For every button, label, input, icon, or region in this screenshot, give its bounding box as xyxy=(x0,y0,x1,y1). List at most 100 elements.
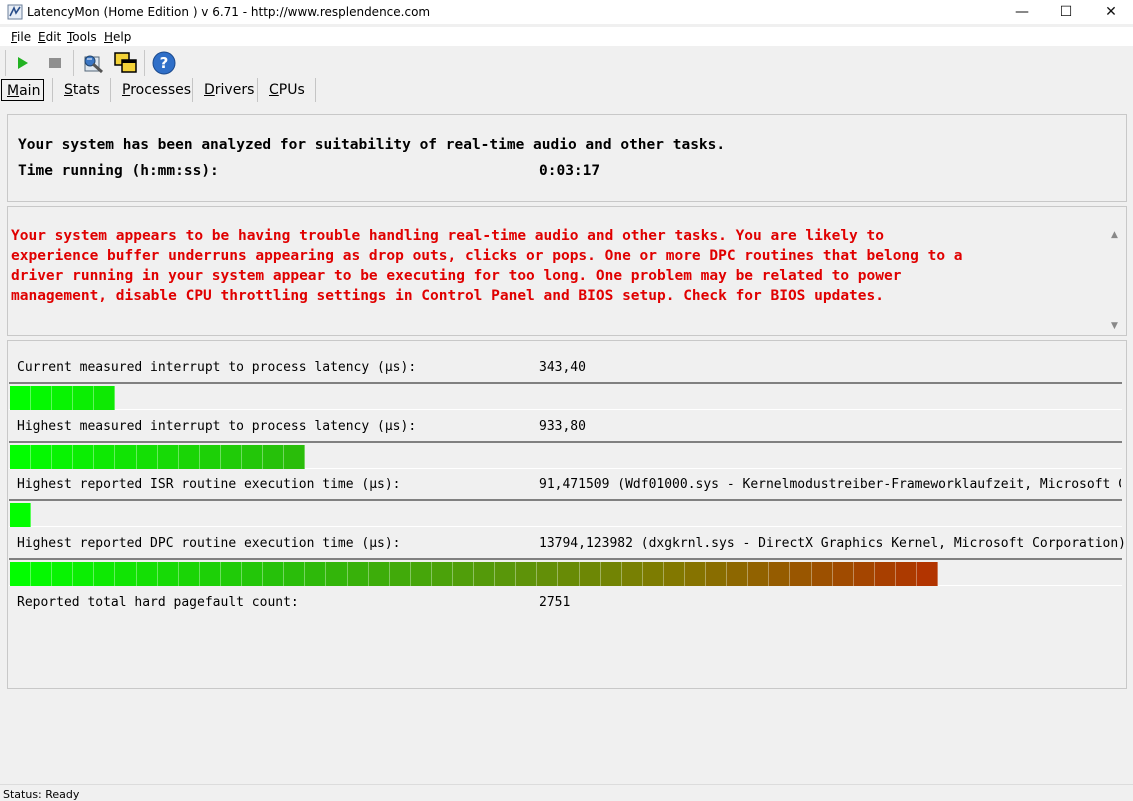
minimize-button[interactable]: — xyxy=(999,0,1045,24)
metric-value: 343,40 xyxy=(539,360,586,375)
metric-value: 13794,123982 (dxgkrnl.sys - DirectX Grap… xyxy=(539,536,1126,551)
latency-bar xyxy=(9,441,1122,469)
bar-segment xyxy=(368,562,390,586)
bar-segment xyxy=(727,562,749,586)
latency-bar xyxy=(9,499,1122,527)
bar-segment xyxy=(474,562,496,586)
menu-edit[interactable]: Edit xyxy=(38,30,61,44)
bar-segment xyxy=(284,445,306,469)
bar-segment xyxy=(326,562,348,586)
bar-segment xyxy=(10,445,32,469)
bar-segment xyxy=(452,562,475,586)
bar-segment xyxy=(263,562,285,586)
bar-segment xyxy=(115,562,137,586)
bar-segment xyxy=(431,562,453,586)
report-icon[interactable] xyxy=(81,51,105,75)
bar-segment xyxy=(495,562,517,586)
toolbar-separator xyxy=(144,50,145,76)
bar-segment xyxy=(10,562,32,586)
bar-segment xyxy=(157,562,179,586)
window-title: LatencyMon (Home Edition ) v 6.71 - http… xyxy=(27,5,431,19)
scroll-up-arrow-icon[interactable]: ▲ xyxy=(1111,230,1118,240)
metric-label: Highest reported ISR routine execution t… xyxy=(17,477,401,492)
toolbar-grip xyxy=(5,50,6,76)
bar-segment xyxy=(10,503,32,527)
tab-cpus[interactable]: CPUs xyxy=(269,82,305,101)
pagefault-label: Reported total hard pagefault count: xyxy=(17,595,299,610)
warning-message: Your system appears to be having trouble… xyxy=(11,228,963,304)
tab-processes[interactable]: Processes xyxy=(122,82,191,101)
status-text: Status: Ready xyxy=(3,788,80,801)
analysis-panel xyxy=(7,114,1127,202)
bar-segment xyxy=(220,445,243,469)
tab-separator xyxy=(257,78,258,102)
help-icon[interactable]: ? xyxy=(152,51,176,75)
time-running-label: Time running (h:mm:ss): xyxy=(18,163,219,179)
close-button[interactable]: ✕ xyxy=(1088,0,1133,24)
bar-segment xyxy=(136,562,158,586)
tab-main[interactable]: Main xyxy=(1,79,44,101)
bar-segment xyxy=(31,445,53,469)
tab-separator xyxy=(315,78,316,102)
bar-segment xyxy=(811,562,833,586)
bar-segment xyxy=(832,562,854,586)
bar-segment xyxy=(220,562,243,586)
bar-segment xyxy=(94,445,116,469)
bar-segment xyxy=(642,562,664,586)
bar-segment xyxy=(769,562,791,586)
svg-text:?: ? xyxy=(160,54,169,72)
bar-segment xyxy=(748,562,770,586)
bar-segment xyxy=(178,445,200,469)
time-running-value: 0:03:17 xyxy=(539,163,601,179)
bar-segment xyxy=(516,562,538,586)
bar-segment xyxy=(157,445,179,469)
bar-segment xyxy=(94,562,116,586)
bar-segment xyxy=(52,562,74,586)
bar-segment xyxy=(537,562,559,586)
bar-segment xyxy=(31,562,53,586)
bar-segment xyxy=(685,562,707,586)
bar-segment xyxy=(242,562,264,586)
bar-segment xyxy=(136,445,158,469)
bar-segment xyxy=(199,445,221,469)
scroll-down-arrow-icon[interactable]: ▼ xyxy=(1111,321,1118,331)
latency-bar-fill xyxy=(10,562,939,586)
maximize-icon: ☐ xyxy=(1059,4,1073,20)
bar-segment xyxy=(199,562,221,586)
tab-stats[interactable]: Stats xyxy=(64,82,100,101)
latency-bar-fill xyxy=(10,503,32,527)
tab-separator xyxy=(192,78,193,102)
menu-tools[interactable]: Tools xyxy=(67,30,97,44)
bar-segment xyxy=(73,562,95,586)
tab-drivers[interactable]: Drivers xyxy=(204,82,254,101)
bar-segment xyxy=(706,562,728,586)
latency-bar-fill xyxy=(10,445,306,469)
bar-segment xyxy=(874,562,896,586)
stop-icon[interactable] xyxy=(47,55,63,71)
pagefault-value: 2751 xyxy=(539,595,571,610)
toolbar-separator xyxy=(73,50,74,76)
bar-segment xyxy=(178,562,200,586)
bar-segment xyxy=(94,386,116,410)
bar-segment xyxy=(305,562,327,586)
bar-segment xyxy=(73,386,95,410)
bar-segment xyxy=(284,562,306,586)
bar-segment xyxy=(242,445,264,469)
bar-segment xyxy=(52,386,74,410)
bar-segment xyxy=(115,445,137,469)
bar-segment xyxy=(621,562,643,586)
menu-file[interactable]: File xyxy=(11,30,31,44)
bar-segment xyxy=(558,562,580,586)
metric-label: Highest measured interrupt to process la… xyxy=(17,419,417,434)
menu-help[interactable]: Help xyxy=(104,30,131,44)
window-icon[interactable] xyxy=(113,51,139,75)
bar-segment xyxy=(410,562,432,586)
latency-bar-fill xyxy=(10,386,116,410)
maximize-button[interactable]: ☐ xyxy=(1043,0,1089,24)
metric-label: Highest reported DPC routine execution t… xyxy=(17,536,401,551)
close-icon: ✕ xyxy=(1105,4,1117,20)
bar-segment xyxy=(579,562,601,586)
bar-segment xyxy=(917,562,939,586)
play-icon[interactable] xyxy=(15,55,31,71)
bar-segment xyxy=(52,445,74,469)
